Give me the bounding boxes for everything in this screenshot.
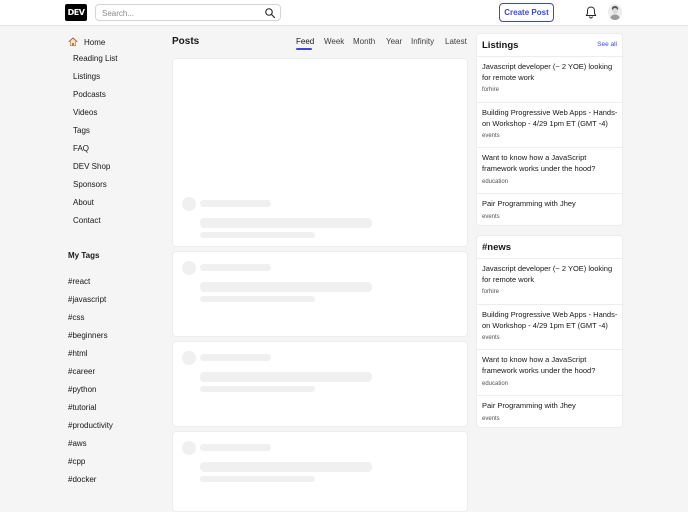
tab-week[interactable]: Week xyxy=(324,37,344,46)
top-header: DEV Create Post xyxy=(0,0,688,26)
skeleton-avatar xyxy=(182,441,196,455)
listing-item[interactable]: Building Progressive Web Apps - Hands-on… xyxy=(477,102,624,147)
my-tags-heading: My Tags xyxy=(68,251,100,260)
tab-infinity[interactable]: Infinity xyxy=(411,37,434,46)
skeleton-line xyxy=(200,444,271,451)
listing-tag: forhire xyxy=(482,87,500,93)
news-heading: #news xyxy=(482,242,512,253)
tag-link[interactable]: #productivity xyxy=(68,421,113,430)
tag-link[interactable]: #cpp xyxy=(68,457,85,466)
search-box[interactable] xyxy=(95,4,281,21)
news-title: Building Progressive Web Apps - Hands-on… xyxy=(482,310,618,330)
tag-link[interactable]: #beginners xyxy=(68,331,108,340)
post-card-skeleton xyxy=(172,341,468,427)
user-avatar[interactable] xyxy=(608,4,622,20)
skeleton-line xyxy=(200,232,315,238)
active-tab-indicator xyxy=(296,48,312,50)
sidebar-item-reading-list[interactable]: Reading List xyxy=(73,54,117,66)
see-all-link[interactable]: See all xyxy=(597,41,617,48)
tag-link[interactable]: #python xyxy=(68,385,96,394)
sidebar-item-home[interactable]: Home xyxy=(68,36,105,48)
news-title: Pair Programming with Jhey xyxy=(482,401,576,410)
tag-link[interactable]: #aws xyxy=(68,439,87,448)
avatar-face-icon xyxy=(608,4,622,20)
skeleton-line xyxy=(200,386,315,392)
tag-link[interactable]: #tutorial xyxy=(68,403,96,412)
tab-latest[interactable]: Latest xyxy=(445,37,467,46)
listing-item[interactable]: Want to know how a JavaScript framework … xyxy=(477,147,624,193)
tab-feed[interactable]: Feed xyxy=(296,37,314,46)
listing-tag: events xyxy=(482,133,500,139)
home-icon xyxy=(68,37,78,47)
listing-tag: education xyxy=(482,179,509,185)
sidebar-item-tags[interactable]: Tags xyxy=(73,126,90,138)
tag-link[interactable]: #css xyxy=(68,313,84,322)
skeleton-line xyxy=(200,462,372,472)
listing-title: Javascript developer (~ 2 YOE) looking f… xyxy=(482,62,613,82)
skeleton-line xyxy=(200,476,315,482)
tag-link[interactable]: #docker xyxy=(68,475,96,484)
listing-title: Want to know how a JavaScript framework … xyxy=(482,153,596,173)
sidebar-item-dev-shop[interactable]: DEV Shop xyxy=(73,162,110,174)
news-tag: events xyxy=(482,416,500,422)
news-panel: #news Javascript developer (~ 2 YOE) loo… xyxy=(476,235,624,428)
sidebar-item-contact[interactable]: Contact xyxy=(73,216,101,228)
news-tag: education xyxy=(482,381,509,387)
tab-year[interactable]: Year xyxy=(386,37,402,46)
sidebar-item-videos[interactable]: Videos xyxy=(73,108,97,120)
post-card-skeleton xyxy=(172,251,468,337)
sidebar-item-listings[interactable]: Listings xyxy=(73,72,100,84)
skeleton-avatar xyxy=(182,197,196,211)
skeleton-line xyxy=(200,200,271,207)
listing-title: Building Progressive Web Apps - Hands-on… xyxy=(482,108,618,128)
sidebar-item-label: Home xyxy=(84,37,106,47)
sidebar-item-faq[interactable]: FAQ xyxy=(73,144,89,156)
listing-item[interactable]: Pair Programming with Jhey events xyxy=(477,193,624,226)
skeleton-avatar xyxy=(182,351,196,365)
skeleton-avatar xyxy=(182,261,196,275)
skeleton-line xyxy=(200,264,271,271)
skeleton-line xyxy=(200,218,372,228)
listing-item[interactable]: Javascript developer (~ 2 YOE) looking f… xyxy=(477,56,624,102)
skeleton-line xyxy=(200,296,315,302)
listings-heading: Listings xyxy=(482,40,519,51)
listings-panel: Listings See all Javascript developer (~… xyxy=(476,33,624,226)
search-icon[interactable] xyxy=(264,7,276,19)
search-input[interactable] xyxy=(102,7,262,19)
tag-link[interactable]: #javascript xyxy=(68,295,106,304)
tag-link[interactable]: #react xyxy=(68,277,90,286)
news-title: Javascript developer (~ 2 YOE) looking f… xyxy=(482,264,613,284)
news-item[interactable]: Javascript developer (~ 2 YOE) looking f… xyxy=(477,258,624,304)
skeleton-line xyxy=(200,372,372,382)
listing-tag: events xyxy=(482,214,500,220)
tab-month[interactable]: Month xyxy=(353,37,375,46)
listing-title: Pair Programming with Jhey xyxy=(482,199,576,208)
post-card-skeleton xyxy=(172,431,468,512)
news-title: Want to know how a JavaScript framework … xyxy=(482,355,596,375)
create-post-button[interactable]: Create Post xyxy=(499,3,554,22)
news-item[interactable]: Want to know how a JavaScript framework … xyxy=(477,349,624,395)
news-item[interactable]: Building Progressive Web Apps - Hands-on… xyxy=(477,304,624,349)
skeleton-line xyxy=(200,354,271,361)
post-card-skeleton xyxy=(172,58,468,247)
sidebar-item-sponsors[interactable]: Sponsors xyxy=(73,180,107,192)
notifications-bell-icon[interactable] xyxy=(585,6,597,19)
skeleton-line xyxy=(200,282,372,292)
sidebar-item-podcasts[interactable]: Podcasts xyxy=(73,90,106,102)
dev-logo[interactable]: DEV xyxy=(65,4,87,21)
news-item[interactable]: Pair Programming with Jhey events xyxy=(477,395,624,428)
posts-heading: Posts xyxy=(172,36,200,47)
sidebar-item-about[interactable]: About xyxy=(73,198,94,210)
news-tag: events xyxy=(482,335,500,341)
news-tag: forhire xyxy=(482,289,500,295)
tag-link[interactable]: #html xyxy=(68,349,88,358)
tag-link[interactable]: #career xyxy=(68,367,95,376)
